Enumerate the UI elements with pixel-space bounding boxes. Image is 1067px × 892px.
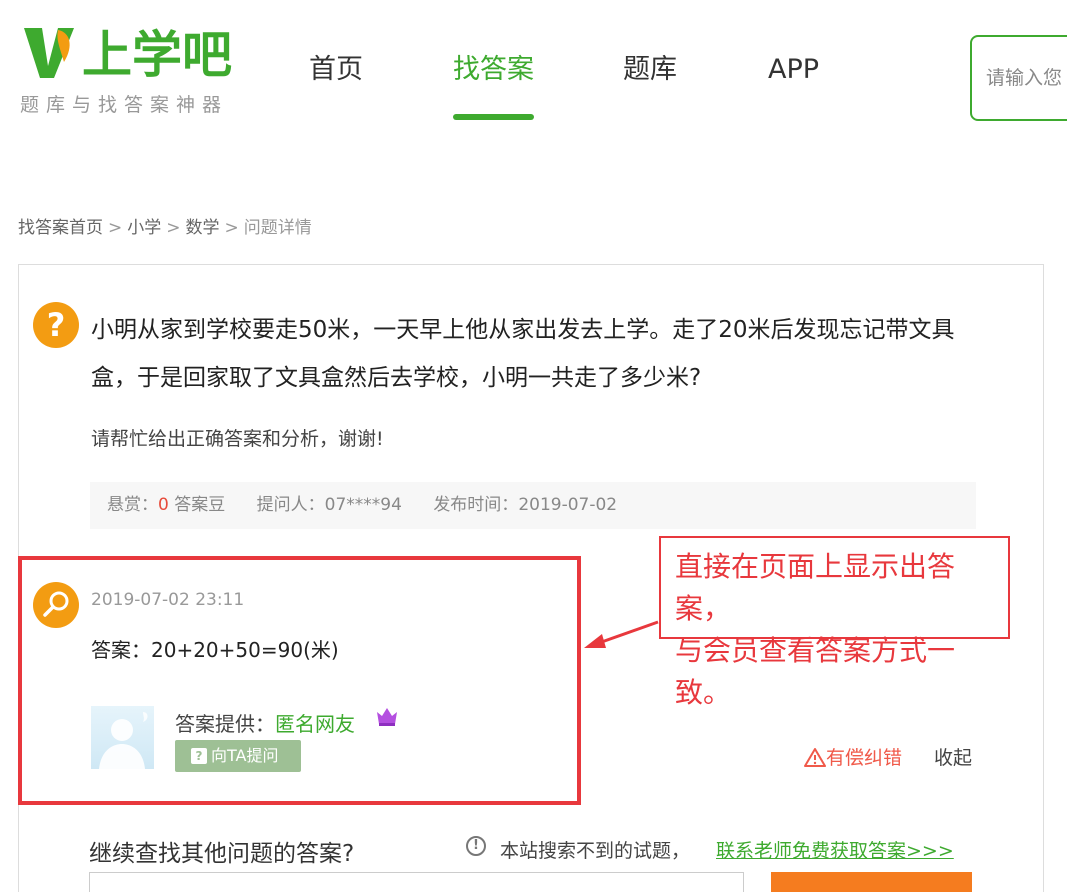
site-header: 上学吧 题库与找答案神器 首页 找答案 题库 APP <box>0 0 1067 140</box>
nav-find-answer[interactable]: 找答案 <box>453 52 534 88</box>
reward-label: 悬赏： <box>107 495 158 515</box>
logo-slogan: 题库与找答案神器 <box>20 94 229 116</box>
breadcrumb-separator: > <box>166 218 181 238</box>
breadcrumb-math[interactable]: 数学 <box>186 218 220 238</box>
reward-value: 0 <box>158 495 169 515</box>
continue-search-title: 继续查找其他问题的答案? <box>89 841 355 867</box>
info-icon: ! <box>466 836 486 856</box>
question-text: 小明从家到学校要走50米，一天早上他从家出发去上学。走了20米后发现忘记带文具盒… <box>91 317 955 391</box>
answer-highlight-box <box>18 556 581 805</box>
reward-unit: 答案豆 <box>174 495 226 515</box>
breadcrumb-primary[interactable]: 小学 <box>127 218 161 238</box>
annotation-arrow-icon <box>584 620 659 648</box>
reward: 悬赏：0 答案豆 <box>107 495 225 515</box>
breadcrumb-separator: > <box>224 218 239 238</box>
collapse-button[interactable]: 收起 <box>934 743 972 770</box>
annotation-callout: 直接在页面上显示出答案， 与会员查看答案方式一致。 <box>659 536 1010 709</box>
nav-home[interactable]: 首页 <box>309 52 363 88</box>
warning-icon <box>804 748 826 767</box>
nav-question-bank[interactable]: 题库 <box>623 52 677 88</box>
paid-correction-link[interactable]: 有偿纠错 <box>804 743 902 770</box>
nav-app[interactable]: APP <box>768 52 819 88</box>
annotation-line-1: 直接在页面上显示出答案， <box>675 550 956 625</box>
logo-name: 上学吧 <box>82 26 232 84</box>
breadcrumb-find-answer-home[interactable]: 找答案首页 <box>18 218 103 238</box>
search-input[interactable] <box>986 67 1067 89</box>
search-notice: 本站搜索不到的试题， <box>500 840 691 862</box>
question-meta: 悬赏：0 答案豆 提问人：07****94 发布时间：2019-07-02 <box>90 482 976 529</box>
bottom-search-button[interactable] <box>771 872 972 892</box>
publish-time-value: 2019-07-02 <box>518 495 618 515</box>
bottom-search-input[interactable] <box>89 872 744 892</box>
asker-value: 07****94 <box>324 495 402 515</box>
asker: 提问人：07****94 <box>257 495 402 515</box>
question-mark-icon: ? <box>33 302 79 348</box>
site-logo[interactable]: 上学吧 题库与找答案神器 <box>18 22 248 117</box>
active-nav-indicator <box>453 114 534 120</box>
breadcrumb-separator: > <box>108 218 123 238</box>
annotation-line-2: 与会员查看答案方式一致。 <box>675 634 956 709</box>
search-box[interactable] <box>970 35 1067 121</box>
breadcrumb: 找答案首页 > 小学 > 数学 > 问题详情 <box>18 213 312 238</box>
asker-label: 提问人： <box>256 495 325 515</box>
publish-time-label: 发布时间： <box>433 495 519 515</box>
leaf-logo-icon <box>24 28 74 78</box>
paid-correction-label: 有偿纠错 <box>826 747 903 769</box>
publish-time: 发布时间：2019-07-02 <box>433 495 617 515</box>
contact-teacher-link[interactable]: 联系老师免费获取答案>>> <box>716 836 954 863</box>
breadcrumb-current: 问题详情 <box>243 218 312 238</box>
question-note: 请帮忙给出正确答案和分析，谢谢! <box>91 428 384 450</box>
